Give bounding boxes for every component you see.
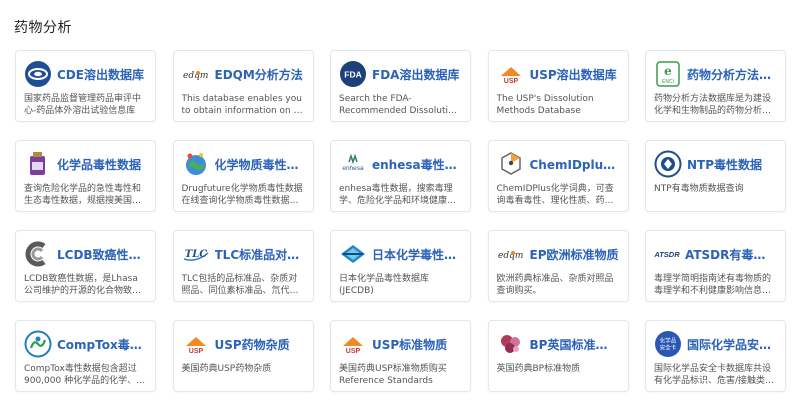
card-bp-reference-standards[interactable]: BP英国标准物质 英国药典BP标准物质 — [487, 320, 629, 392]
card-desc: 国际化学品安全卡数据库共设有化学品标识、危害/接触类型、... — [654, 364, 772, 386]
card-title: BP英国标准物质 — [529, 337, 619, 352]
icsc-logo-icon: 化学品 安全卡 — [654, 330, 682, 358]
card-title: EP欧洲标准物质 — [529, 247, 619, 262]
fda-logo-icon: FDA — [339, 60, 367, 88]
card-title: ChemIDplus化学... — [529, 157, 619, 172]
usp-logo-icon: USP — [497, 60, 525, 88]
atsdr-logo-icon: ATSDR — [654, 240, 680, 268]
card-enhesa-toxicity[interactable]: enhesa enhesa毒性数据 enhesa毒性数据，搜索毒理学、危险化学品… — [330, 140, 471, 212]
card-title: FDA溶出数据库 — [372, 67, 460, 82]
card-substance-toxicity[interactable]: 化学物质毒性数据 Drugfuture化学物质毒性数据在线查询化学物质毒性数据库… — [172, 140, 314, 212]
chemidplus-logo-icon — [497, 150, 525, 178]
svg-text:FDA: FDA — [344, 70, 361, 80]
svg-text:USP: USP — [503, 78, 518, 85]
card-title: CDE溶出数据库 — [57, 67, 144, 82]
card-title: 化学品毒性数据 — [57, 157, 142, 172]
card-desc: NTP有毒物质数据查询 — [654, 184, 744, 194]
card-title: 日本化学毒性数据 — [372, 247, 461, 262]
card-desc: 美国药典USP药物杂质 — [181, 364, 272, 374]
cde-logo-icon — [24, 60, 52, 88]
edqm-logo-icon: edqm — [497, 240, 525, 268]
globe-molecule-icon — [182, 150, 210, 178]
chemical-bottle-icon — [24, 150, 52, 178]
card-title: USP标准物质 — [372, 337, 448, 352]
card-desc: Drugfuture化学物质毒性数据在线查询化学物质毒性数据库，以... — [181, 184, 303, 206]
card-desc: 欧洲药典标准品、杂质对照品查询购买。 — [496, 274, 614, 296]
lcdb-logo-icon — [24, 240, 52, 268]
card-title: 国际化学品安全卡 — [687, 337, 776, 352]
card-chemidplus[interactable]: ChemIDplus化学... ChemIDPlus化学词典，可查询毒看毒性、理… — [487, 140, 629, 212]
tlc-logo-icon: TLC — [182, 240, 210, 268]
ntp-logo-icon — [654, 150, 682, 178]
card-title: enhesa毒性数据 — [372, 157, 461, 172]
card-fda-dissolution[interactable]: FDA FDA溶出数据库 Search the FDA-Recommended … — [330, 50, 471, 122]
enhesa-logo-icon: enhesa — [339, 150, 367, 178]
card-title: 化学物质毒性数据 — [214, 157, 304, 172]
card-desc: 英国药典BP标准物质 — [496, 364, 581, 374]
card-desc: 国家药品监督管理药品审评中心-药品体外溶出试验信息库 — [24, 94, 142, 116]
usp-logo-icon: USP — [182, 330, 210, 358]
card-title: NTP毒性数据 — [687, 157, 763, 172]
enci-logo-icon: e ENCI — [654, 60, 682, 88]
usp-logo-icon: USP — [339, 330, 367, 358]
card-tlc-standards[interactable]: TLC TLC标准品对照品 TLC包括的品标准品、杂质对照品、同位素标准品、氘代… — [172, 230, 314, 302]
bp-logo-icon — [497, 330, 525, 358]
card-ep-reference-standards[interactable]: edqm EP欧洲标准物质 欧洲药典标准品、杂质对照品查询购买。 — [487, 230, 629, 302]
card-japan-chemical-toxicity[interactable]: 日本化学毒性数据 日本化学品毒性数据库 (JECDB) — [330, 230, 471, 302]
svg-text:TLC: TLC — [184, 249, 206, 260]
svg-text:edqm: edqm — [183, 71, 208, 81]
edqm-logo-icon: edqm — [182, 60, 210, 88]
card-desc: enhesa毒性数据，搜索毒理学、危险化学品和环境健康数据库的... — [339, 184, 457, 206]
card-atsdr-toxic-substances[interactable]: ATSDR ATSDR有毒物质 毒理学简明指南述有毒物质的毒理学和不利健康影响信… — [645, 230, 786, 302]
card-title: TLC标准品对照品 — [214, 247, 304, 262]
card-desc: CompTox毒性数据包含超过900,000 种化学品的化学、毒性... — [24, 364, 146, 386]
svg-text:enhesa: enhesa — [342, 165, 364, 172]
svg-text:化学品: 化学品 — [660, 337, 677, 345]
card-comptox-toxicity[interactable]: CompTox毒性数据 CompTox毒性数据包含超过900,000 种化学品的… — [15, 320, 156, 392]
card-desc: TLC包括的品标准品、杂质对照品、同位素标准品、氘代对照... — [181, 274, 299, 296]
card-icsc[interactable]: 化学品 安全卡 国际化学品安全卡 国际化学品安全卡数据库共设有化学品标识、危害/接… — [645, 320, 786, 392]
card-lcdb-carcinogenicity[interactable]: LCDB致癌性数据 LCDB致癌性数据，是Lhasa 公司维护的开源的化合物致癌… — [15, 230, 156, 302]
card-title: CompTox毒性数据 — [57, 337, 146, 352]
card-title: USP溶出数据库 — [529, 67, 617, 82]
card-desc: 药物分析方法数据库是为建设化学和生物制品的药物分析方法... — [654, 94, 772, 116]
card-desc: ChemIDPlus化学词典，可查询毒看毒性、理化性质、药品代码等信... — [496, 184, 614, 206]
card-drug-analysis-methods[interactable]: e ENCI 药物分析方法查询 药物分析方法数据库是为建设化学和生物制品的药物分析… — [645, 50, 786, 122]
card-desc: LCDB致癌性数据，是Lhasa 公司维护的开源的化合物致癌性数... — [24, 274, 142, 296]
card-desc: 美国药典USP标准物质购买 Reference Standards — [339, 364, 447, 386]
card-edqm-methods[interactable]: edqm EDQM分析方法 This database enables you … — [172, 50, 314, 122]
svg-text:ATSDR: ATSDR — [654, 250, 680, 259]
svg-text:ENCI: ENCI — [662, 79, 674, 85]
card-usp-reference-standards[interactable]: USP USP标准物质 美国药典USP标准物质购买 Reference Stan… — [330, 320, 471, 392]
card-title: USP药物杂质 — [214, 337, 290, 352]
card-usp-impurities[interactable]: USP USP药物杂质 美国药典USP药物杂质 — [172, 320, 314, 392]
database-card-grid: CDE溶出数据库 国家药品监督管理药品审评中心-药品体外溶出试验信息库 edqm… — [15, 50, 786, 404]
card-cde-dissolution[interactable]: CDE溶出数据库 国家药品监督管理药品审评中心-药品体外溶出试验信息库 — [15, 50, 156, 122]
card-title: LCDB致癌性数据 — [57, 247, 146, 262]
card-desc: The USP's Dissolution Methods Database — [496, 94, 594, 116]
card-title: 药物分析方法查询 — [687, 67, 776, 82]
card-title: ATSDR有毒物质 — [685, 247, 776, 262]
svg-text:e: e — [664, 64, 672, 78]
svg-text:USP: USP — [188, 348, 203, 355]
svg-text:edqm: edqm — [498, 251, 523, 261]
card-title: EDQM分析方法 — [214, 67, 303, 82]
svg-text:USP: USP — [346, 348, 361, 355]
card-desc: 毒理学简明指南述有毒物质的毒理学和不利健康影响信息，毒物... — [654, 274, 772, 296]
card-desc: 查询危险化学品的急性毒性和生态毒性数据，规据搜美国国家医... — [24, 184, 142, 206]
card-desc: 日本化学品毒性数据库 (JECDB) — [339, 274, 430, 296]
card-ntp-toxicity[interactable]: NTP毒性数据 NTP有毒物质数据查询 — [645, 140, 786, 212]
jecdb-logo-icon — [339, 240, 367, 268]
card-desc: Search the FDA-Recommended Dissolution M… — [339, 94, 460, 116]
epa-logo-icon — [24, 330, 52, 358]
card-chemical-toxicity[interactable]: 化学品毒性数据 查询危险化学品的急性毒性和生态毒性数据，规据搜美国国家医... — [15, 140, 156, 212]
svg-text:安全卡: 安全卡 — [660, 344, 677, 352]
section-title: 药物分析 — [14, 20, 72, 36]
card-usp-dissolution[interactable]: USP USP溶出数据库 The USP's Dissolution Metho… — [487, 50, 629, 122]
card-desc: This database enables you to obtain info… — [181, 94, 302, 116]
